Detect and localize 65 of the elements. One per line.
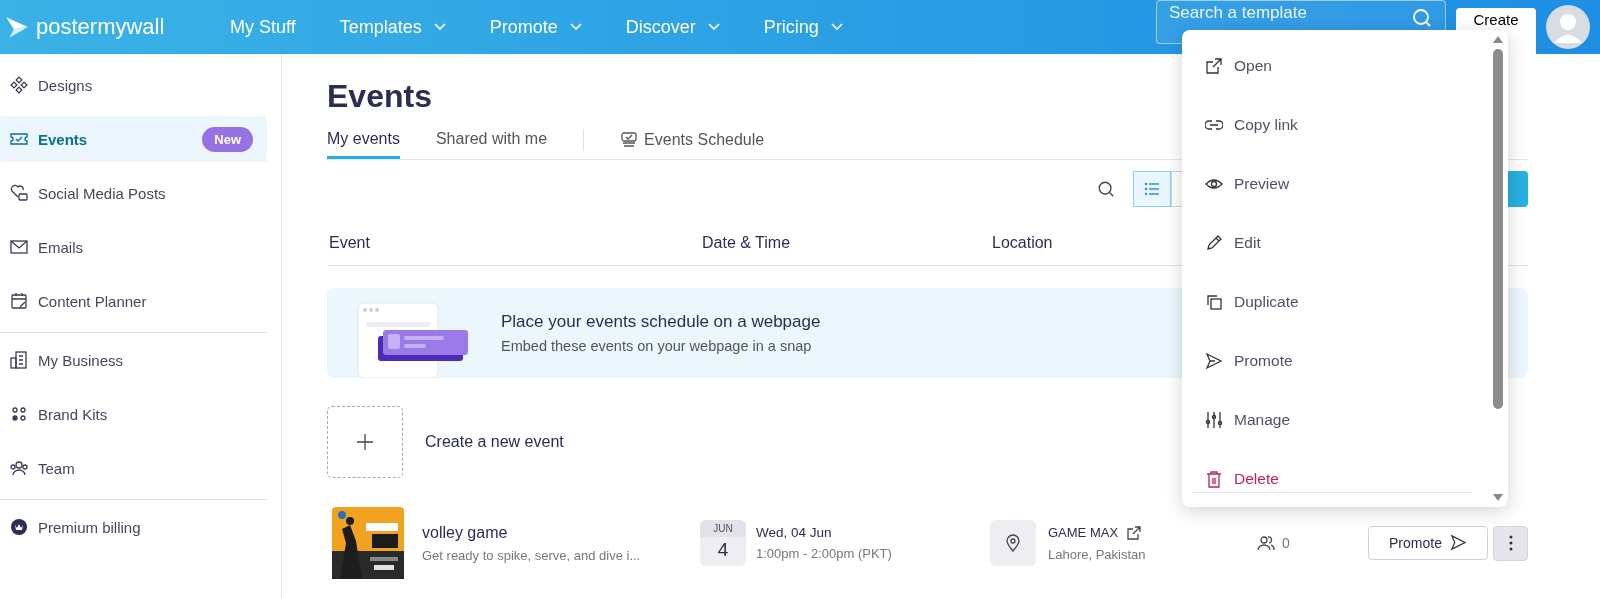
sidebar-item[interactable]: Content Planner [0,278,267,324]
search-icon[interactable] [1097,180,1115,198]
column-header: Location [991,233,1053,252]
column-header: Event [328,233,370,252]
pencil-icon [1205,233,1223,252]
column-header: Date & Time [701,233,791,252]
add-event-button[interactable] [327,406,403,478]
location-name: GAME MAX [1048,525,1119,540]
sidebar-item[interactable]: Premium billing [0,504,267,550]
trash-icon [1205,469,1223,488]
date-badge: JUN 4 [700,520,746,566]
external-link-icon [1205,56,1223,75]
banner-title: Place your events schedule on a webpage [501,312,821,332]
menu-item[interactable]: Promote [1192,331,1472,390]
sidebar-item[interactable]: My Business [0,337,267,383]
promote-button[interactable]: Promote [1368,525,1488,560]
sidebar-item[interactable]: Team [0,445,267,491]
send-icon [1449,534,1467,551]
mail-icon [10,238,28,256]
attendee-count: 0 [1282,535,1290,551]
sidebar-item[interactable]: Brand Kits [0,391,267,437]
plus-icon [355,432,375,452]
tab[interactable]: My events [327,121,400,159]
people-icon [1256,535,1276,551]
external-link-icon[interactable] [1126,524,1143,541]
banner-text: Embed these events on your webpage in a snap [501,338,813,354]
event-time: 1:00pm - 2:00pm (PKT) [756,546,892,561]
dots-icon [10,405,28,423]
create-event-label[interactable]: Create a new event [425,433,564,451]
crown-icon [10,518,28,536]
sidebar-item[interactable]: Emails [0,224,267,270]
sliders-icon [1205,410,1223,429]
page-title: Events [327,78,433,115]
event-description: Get ready to spike, serve, and dive i... [422,547,641,563]
schedule-icon [620,131,639,149]
duplicate-icon [1205,292,1223,311]
menu-item[interactable]: Manage [1192,390,1472,449]
sidebar-item[interactable]: Social Media Posts [0,170,267,216]
events-schedule-link[interactable]: Events Schedule [620,131,765,149]
ticket-icon [10,130,28,148]
calendar-icon [10,292,28,310]
avatar[interactable] [1546,5,1590,49]
menu-item[interactable]: Duplicate [1192,272,1472,331]
menu-item[interactable]: Edit [1192,213,1472,272]
sidebar-item[interactable]: Designs [0,62,267,108]
menu-item[interactable]: Delete [1192,449,1472,508]
diamond-icon [10,76,28,94]
new-badge: New [202,126,253,152]
send-icon [1205,351,1223,370]
list-view-button[interactable] [1133,171,1171,207]
menu-item[interactable]: Copy link [1192,95,1472,154]
team-icon [10,459,28,477]
menu-item[interactable]: Preview [1192,154,1472,213]
more-icon [1508,535,1513,551]
tab[interactable]: Shared with me [435,121,548,159]
sidebar-item[interactable]: Events New [0,116,267,162]
building-icon [10,351,28,369]
event-date: Wed, 04 Jun [756,525,833,540]
location-pin-icon [990,520,1036,566]
more-options-button[interactable] [1493,525,1528,561]
event-name[interactable]: volley game [422,523,641,542]
search-icon [1412,8,1432,28]
location-city: Lahore, Pakistan [1048,546,1146,562]
heart-like-icon [10,184,28,202]
list-icon [1144,182,1160,196]
